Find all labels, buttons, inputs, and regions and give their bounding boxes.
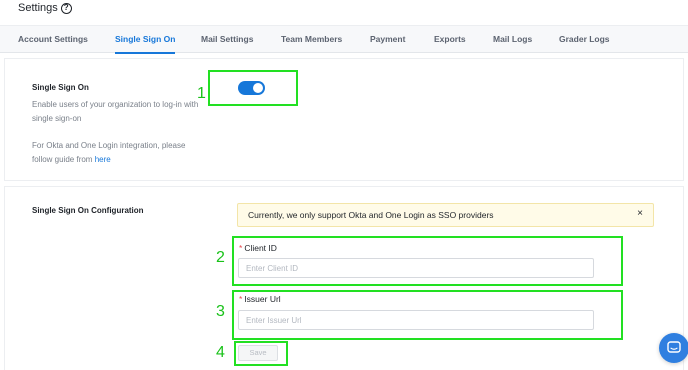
sso-section-title: Single Sign On <box>32 83 89 92</box>
sso-config-title: Single Sign On Configuration <box>32 206 144 215</box>
alert-text: Currently, we only support Okta and One … <box>248 210 494 220</box>
help-circle-icon[interactable]: ? <box>60 2 72 14</box>
tab-single-sign-on[interactable]: Single Sign On <box>115 26 176 54</box>
client-id-input[interactable] <box>238 258 594 278</box>
tab-team-members[interactable]: Team Members <box>281 26 342 53</box>
tab-mail-settings[interactable]: Mail Settings <box>201 26 253 53</box>
tab-exports[interactable]: Exports <box>434 26 466 53</box>
page-header: Settings ? <box>0 0 688 25</box>
annotation-4: 4 <box>216 344 225 361</box>
annotation-2: 2 <box>216 249 225 266</box>
issuer-url-label: * Issuer Url <box>239 294 281 304</box>
chat-button[interactable] <box>659 333 688 363</box>
annotation-1: 1 <box>197 85 206 102</box>
client-id-label: * Client ID <box>239 243 277 253</box>
tab-account-settings[interactable]: Account Settings <box>18 26 88 53</box>
page-title-text: Settings <box>18 2 58 14</box>
page-title: Settings ? <box>18 2 72 14</box>
sso-description: Enable users of your organization to log… <box>32 100 199 123</box>
close-icon[interactable]: × <box>637 208 643 219</box>
issuer-url-label-text: Issuer Url <box>244 294 281 304</box>
tab-payment[interactable]: Payment <box>370 26 405 53</box>
tab-grader-logs[interactable]: Grader Logs <box>559 26 610 53</box>
required-mark: * <box>239 294 243 304</box>
toggle-knob <box>253 83 263 93</box>
sso-guide-link[interactable]: here <box>95 155 111 164</box>
annotation-3: 3 <box>216 303 225 320</box>
issuer-url-input[interactable] <box>238 310 594 330</box>
sso-guide-text: For Okta and One Login integration, plea… <box>32 139 207 166</box>
sso-toggle[interactable] <box>238 81 265 95</box>
client-id-label-text: Client ID <box>244 243 277 253</box>
sso-provider-alert: Currently, we only support Okta and One … <box>237 203 654 227</box>
save-button[interactable]: Save <box>238 345 278 361</box>
tab-mail-logs[interactable]: Mail Logs <box>493 26 532 53</box>
settings-tabs: Account Settings Single Sign On Mail Set… <box>0 25 688 54</box>
required-mark: * <box>239 243 243 253</box>
chat-icon <box>667 341 681 353</box>
